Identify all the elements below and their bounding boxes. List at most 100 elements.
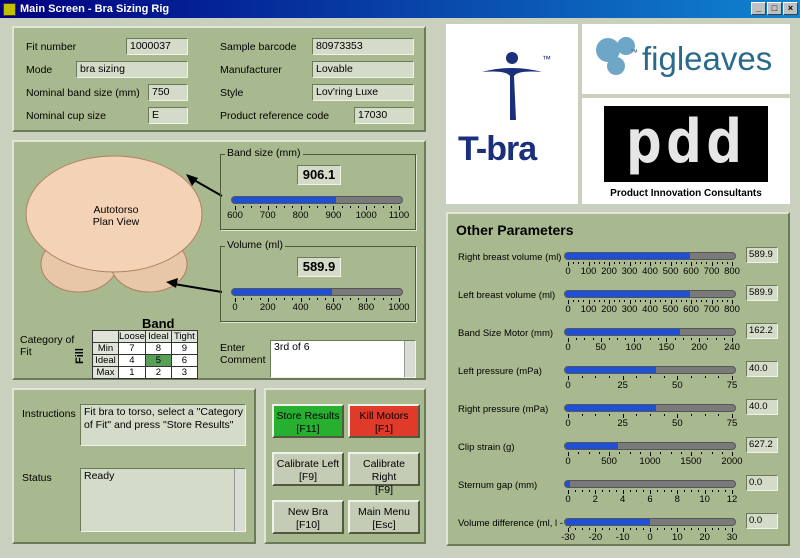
scale-tick-label: 600 [683, 304, 699, 315]
scale-tick [663, 528, 665, 530]
fit-cell-5[interactable]: 5 [144, 354, 172, 367]
comment-input[interactable]: 3rd of 6 [270, 340, 416, 378]
scale-tick-label: 75 [726, 380, 738, 391]
scale-tick [308, 298, 310, 300]
volume-readout: 589.9 [297, 257, 341, 277]
scale-tick [636, 376, 638, 378]
scale-tick-label: 150 [658, 342, 675, 353]
scale-tick-label: 500 [662, 266, 679, 277]
product-ref-label: Product reference code [220, 110, 330, 122]
fit-cell-9[interactable]: 9 [170, 342, 198, 355]
scale-tick [374, 298, 376, 300]
parameter-scale: 0 100 200 300 400 500 600 700 800 [565, 300, 740, 315]
scale-tick [665, 300, 667, 302]
calibrate-left-button[interactable]: Calibrate Left [F9] [272, 452, 344, 486]
scale-tick [704, 414, 706, 416]
scale-tick [684, 528, 686, 530]
scale-tick [707, 338, 709, 340]
scale-tick [578, 300, 580, 302]
scale-tick [675, 300, 677, 302]
figleaves-text: figleaves [642, 40, 773, 77]
fit-cell-3[interactable]: 3 [170, 366, 198, 379]
status-scrollbar[interactable] [234, 469, 245, 531]
scale-tick [341, 298, 343, 300]
scale-tick-label: 0 [565, 494, 571, 505]
scale-tick [284, 206, 286, 208]
scale-tick-label: 75 [726, 418, 738, 429]
parameter-scale: 0 25 50 75 [565, 414, 737, 429]
kill-motors-button[interactable]: Kill Motors [F1] [348, 404, 420, 438]
scale-tick [684, 490, 686, 492]
scale-tick-label: 200 [601, 304, 617, 315]
fit-cell-7[interactable]: 7 [118, 342, 146, 355]
scale-tick [619, 262, 621, 264]
scale-tick-label: 25 [617, 380, 628, 391]
scale-tick-label: 200 [601, 266, 617, 277]
buttons-panel: Store Results [F11] Kill Motors [F1] Cal… [264, 388, 426, 544]
new-bra-button[interactable]: New Bra [F10] [272, 500, 344, 534]
scale-tick [663, 490, 665, 492]
scale-tick-label: 25 [617, 418, 628, 429]
minimize-button[interactable]: _ [751, 2, 766, 15]
scale-tick-label: 1500 [680, 456, 702, 467]
scale-tick [725, 490, 727, 492]
scale-tick [696, 262, 698, 264]
fit-cell-4[interactable]: 4 [118, 354, 146, 367]
band-arrow-line [193, 179, 223, 197]
fit-col-loose: Loose [118, 330, 146, 343]
scale-tick [629, 490, 631, 492]
calibrate-right-button[interactable]: Calibrate Right [F9] [348, 452, 420, 496]
scale-tick [578, 262, 580, 264]
parameter-bar [564, 404, 736, 412]
scale-tick-label: 2000 [721, 456, 743, 467]
comment-scrollbar[interactable] [404, 341, 415, 377]
parameter-bar [564, 252, 736, 260]
main-menu-button[interactable]: Main Menu [Esc] [348, 500, 420, 534]
fit-cell-6[interactable]: 6 [170, 354, 198, 367]
status-panel: Instructions Fit bra to torso, select a … [12, 388, 256, 544]
fit-row-min: Min [92, 342, 119, 355]
parameter-bar [564, 366, 736, 374]
store-results-button[interactable]: Store Results [F11] [272, 404, 344, 438]
scale-tick [358, 206, 359, 208]
scale-tick [711, 528, 713, 530]
parameter-label: Band Size Motor (mm) [458, 328, 554, 339]
scale-tick [706, 300, 708, 302]
parameter-row: Sternum gap (mm) 0 2 4 6 8 10 12 0.0 [448, 475, 788, 516]
fit-cell-2[interactable]: 2 [144, 366, 172, 379]
close-button[interactable]: × [783, 2, 798, 15]
scale-tick [382, 298, 384, 300]
scale-tick [581, 528, 583, 530]
scale-tick [574, 528, 576, 530]
scale-tick [670, 452, 672, 454]
scale-tick [588, 452, 590, 454]
fit-cell-8[interactable]: 8 [144, 342, 172, 355]
scale-tick [650, 376, 651, 378]
manufacturer-label: Manufacturer [220, 64, 282, 76]
scale-tick [721, 300, 723, 302]
parameter-value: 162.2 [746, 323, 778, 339]
scale-tick-label: 700 [703, 266, 720, 277]
title-bar: Main Screen - Bra Sizing Rig _ □ × [0, 0, 800, 18]
scale-tick [650, 414, 651, 416]
scale-tick [663, 376, 665, 378]
mode-label: Mode [26, 64, 53, 76]
band-axis-label: Band [142, 316, 175, 331]
scale-tick [349, 298, 351, 300]
scale-tick [680, 452, 682, 454]
maximize-button[interactable]: □ [767, 2, 782, 15]
band-size-readout: 906.1 [297, 165, 341, 185]
band-size-bar [231, 196, 403, 204]
scale-tick [636, 490, 638, 492]
scale-tick [390, 298, 392, 300]
scale-tick-label: 700 [259, 210, 276, 221]
scale-tick [581, 376, 583, 378]
scale-tick [674, 338, 676, 340]
scale-tick-label: 4 [620, 494, 626, 505]
fit-col-tight: Tight [170, 330, 198, 343]
scale-tick [721, 452, 723, 454]
instructions-label: Instructions [22, 408, 76, 420]
scale-tick [636, 528, 638, 530]
scale-tick [685, 262, 687, 264]
fit-cell-1[interactable]: 1 [118, 366, 146, 379]
